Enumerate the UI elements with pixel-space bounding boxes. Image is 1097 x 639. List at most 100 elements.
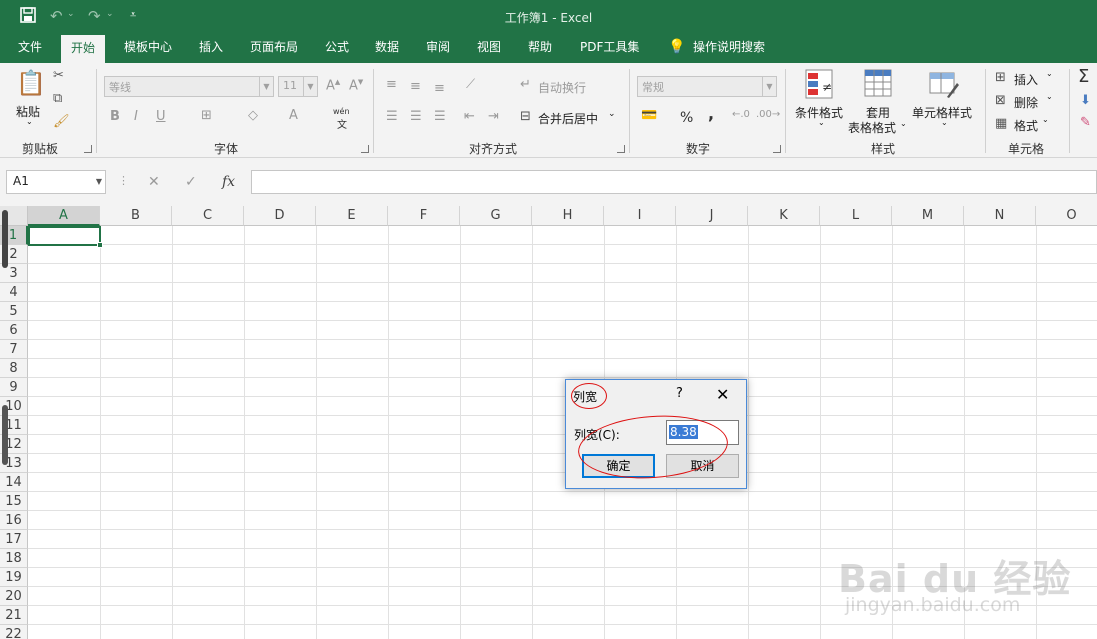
phonetic-guide-icon[interactable]: 文 [337,116,347,131]
conditional-formatting-icon[interactable]: ≠ [805,69,833,103]
chevron-down-icon[interactable]: ⌄ [608,109,616,119]
chevron-down-icon[interactable]: ⌄ [1042,115,1049,124]
increase-indent-icon[interactable]: ⇥ [488,109,499,124]
name-box[interactable]: A1 ▼ [6,170,106,194]
column-header[interactable]: D [244,206,316,226]
autosum-icon[interactable]: Σ [1078,66,1089,87]
font-color-icon[interactable]: A [289,108,298,123]
column-header[interactable]: N [964,206,1036,226]
format-cells-button[interactable]: 格式 [1014,117,1038,134]
increase-decimal-icon[interactable]: ←.0 [732,109,750,120]
row-header[interactable]: 19 [0,568,28,587]
tab-template-center[interactable]: 模板中心 [114,33,182,63]
tab-insert[interactable]: 插入 [189,33,233,63]
row-header[interactable]: 18 [0,549,28,568]
side-handle[interactable] [2,210,8,268]
close-icon[interactable]: ✕ [716,385,729,404]
font-name-combo[interactable]: 等线 ▼ [104,76,274,97]
decrease-indent-icon[interactable]: ⇤ [464,109,475,124]
paste-icon[interactable]: 📋 [16,69,46,97]
chevron-down-icon[interactable]: ⌄ [1046,92,1053,101]
wrap-text-button[interactable]: 自动换行 [538,79,586,96]
row-header[interactable]: 5 [0,302,28,321]
delete-cells-icon[interactable]: ⊠ [995,93,1006,108]
column-header[interactable]: E [316,206,388,226]
bold-icon[interactable]: B [110,109,120,124]
merge-center-button[interactable]: 合并后居中 [538,110,598,127]
dialog-launcher-icon[interactable] [773,145,781,153]
format-as-table-label-2[interactable]: 表格格式 [848,119,896,136]
formula-input[interactable] [251,170,1097,194]
decrease-decimal-icon[interactable]: .00→ [756,109,780,120]
row-header[interactable]: 16 [0,511,28,530]
fill-color-icon[interactable]: ◇ [248,108,258,123]
column-header[interactable]: A [28,206,100,226]
chevron-down-icon[interactable]: ⌄ [900,119,907,128]
row-header[interactable]: 20 [0,587,28,606]
row-header[interactable]: 14 [0,473,28,492]
column-header[interactable]: I [604,206,676,226]
cut-icon[interactable]: ✂ [53,68,64,83]
row-header[interactable]: 8 [0,359,28,378]
wrap-text-icon[interactable]: ↵ [520,77,531,92]
chevron-down-icon[interactable]: ⌄ [818,118,825,127]
border-icon[interactable]: ⊞ [201,108,212,123]
insert-cells-button[interactable]: 插入 [1014,71,1038,88]
align-middle-icon[interactable]: ≡ [410,79,421,94]
percent-button[interactable]: % [680,110,693,126]
copy-icon[interactable]: ⧉ [53,91,62,106]
fill-icon[interactable]: ⬇ [1080,93,1091,108]
fill-handle[interactable] [97,242,103,248]
increase-font-icon[interactable]: A▲ [326,78,340,93]
number-format-combo[interactable]: 常规 ▼ [637,76,777,97]
column-header[interactable]: G [460,206,532,226]
cell-styles-icon[interactable] [929,69,959,103]
tab-view[interactable]: 视图 [467,33,511,63]
column-header[interactable]: M [892,206,964,226]
row-header[interactable]: 21 [0,606,28,625]
tab-formulas[interactable]: 公式 [315,33,359,63]
italic-icon[interactable]: I [134,109,138,124]
format-cells-icon[interactable]: ▦ [995,116,1007,131]
orientation-icon[interactable]: ⟋ [466,77,475,92]
column-header[interactable]: F [388,206,460,226]
column-header[interactable]: L [820,206,892,226]
tell-me-search[interactable]: 操作说明搜索 [683,33,775,63]
align-left-icon[interactable]: ☰ [386,109,398,124]
dialog-launcher-icon[interactable] [617,145,625,153]
tab-help[interactable]: 帮助 [518,33,562,63]
underline-icon[interactable]: U [156,109,166,124]
format-painter-icon[interactable]: 🖌 [53,114,70,129]
row-header[interactable]: 15 [0,492,28,511]
align-center-icon[interactable]: ☰ [410,109,422,124]
delete-cells-button[interactable]: 删除 [1014,94,1038,111]
dialog-launcher-icon[interactable] [84,145,92,153]
format-as-table-icon[interactable] [864,69,894,103]
insert-function-icon[interactable]: fx [222,174,235,190]
row-header[interactable]: 6 [0,321,28,340]
column-header[interactable]: C [172,206,244,226]
row-header[interactable]: 9 [0,378,28,397]
row-header[interactable]: 22 [0,625,28,639]
merge-center-icon[interactable]: ⊟ [520,109,531,124]
chevron-down-icon[interactable]: ⌄ [1046,69,1053,78]
active-cell[interactable] [28,226,103,248]
row-header[interactable]: 7 [0,340,28,359]
row-header[interactable]: 17 [0,530,28,549]
font-size-combo[interactable]: 11 ▼ [278,76,318,97]
tab-file[interactable]: 文件 [8,33,52,63]
cancel-entry-icon[interactable]: ✕ [148,174,160,190]
tab-data[interactable]: 数据 [365,33,409,63]
clear-icon[interactable]: ✎ [1080,115,1091,130]
column-header[interactable]: J [676,206,748,226]
dialog-launcher-icon[interactable] [361,145,369,153]
confirm-entry-icon[interactable]: ✓ [185,174,197,190]
column-header[interactable]: H [532,206,604,226]
column-header[interactable]: O [1036,206,1097,226]
help-icon[interactable]: ? [676,386,683,401]
chevron-down-icon[interactable]: ⌄ [941,118,948,127]
align-bottom-icon[interactable]: ≡ [434,81,445,96]
tab-page-layout[interactable]: 页面布局 [240,33,308,63]
column-header[interactable]: B [100,206,172,226]
column-header[interactable]: K [748,206,820,226]
